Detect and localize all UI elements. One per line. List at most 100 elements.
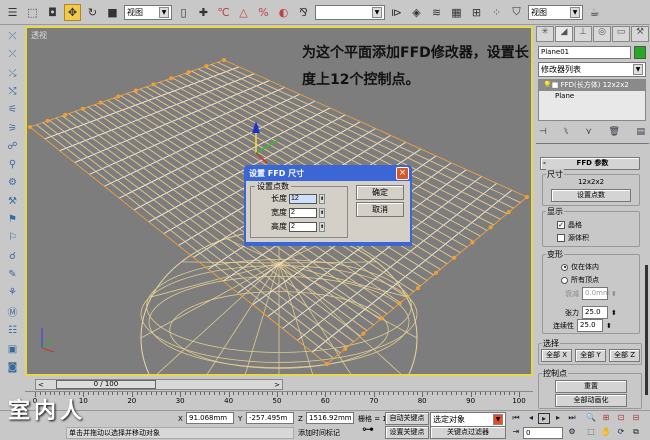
select-all-z-button[interactable]: 全部 Z [609, 349, 640, 362]
modify-tab-icon[interactable]: ◢ [555, 26, 573, 42]
set-points-button[interactable]: 设置点数 [551, 189, 631, 202]
all-vertices-radio[interactable]: 所有顶点 [561, 275, 599, 285]
select-all-y-button[interactable]: 全部 Y [575, 349, 606, 362]
source-volume-checkbox-row[interactable]: 源体积 [557, 233, 589, 243]
manipulate-icon[interactable]: ✚ [195, 4, 212, 21]
z-coord-input[interactable]: 1516.92mm [306, 412, 354, 424]
go-to-end-icon[interactable]: ⏭ [566, 413, 578, 424]
go-to-start-icon[interactable]: ⏮ [510, 413, 522, 424]
utilities-tab-icon[interactable]: ⚒ [631, 26, 649, 42]
named-selection-icon[interactable]: ⅋ [295, 4, 312, 21]
field-of-view-icon[interactable]: ⬚ [585, 427, 597, 438]
tool-icon[interactable]: ▣ [4, 342, 21, 357]
cancel-button[interactable]: 取消 [356, 202, 404, 217]
spinner-arrows-icon[interactable]: ⬍ [319, 207, 325, 218]
modifier-list-select[interactable]: 修改器列表 ▼ [538, 62, 646, 77]
display-tab-icon[interactable]: ▭ [612, 26, 630, 42]
spinner-arrows-icon[interactable]: ⬍ [611, 290, 617, 298]
zoom-extents-icon[interactable]: ⊡ [615, 413, 627, 424]
hierarchy-tab-icon[interactable]: ⊥ [574, 26, 592, 42]
x-coord-input[interactable]: 91.068mm [186, 412, 234, 424]
motion-tab-icon[interactable]: ◎ [593, 26, 611, 42]
zoom-all-icon[interactable]: ⊞ [600, 413, 612, 424]
tool-icon[interactable]: ✎ [4, 267, 21, 282]
height-input[interactable] [289, 221, 317, 232]
select-all-x-button[interactable]: 全部 X [541, 349, 572, 362]
time-config-icon[interactable]: ⚙ [566, 427, 578, 438]
pan-icon[interactable]: ✋ [600, 427, 612, 438]
tool-icon[interactable]: ⚞ [4, 120, 21, 135]
create-tab-icon[interactable]: ✳ [536, 26, 554, 42]
track-bar[interactable]: 0 10 20 30 40 50 60 70 80 90 100 [25, 391, 533, 409]
zoom-extents-all-icon[interactable]: ⊟ [630, 413, 642, 424]
length-input[interactable] [289, 193, 317, 204]
next-frame-icon[interactable]: > [272, 381, 282, 389]
key-icon[interactable]: ⊶ [362, 423, 374, 435]
percent-snap-icon[interactable]: % [255, 4, 272, 21]
panel-scrollbar[interactable] [645, 265, 648, 395]
previous-frame-icon[interactable]: ◂ [525, 413, 537, 424]
lattice-checkbox[interactable]: ✓ [557, 221, 565, 229]
continuity-input[interactable]: 25.0 [577, 319, 603, 332]
pivot-icon[interactable]: ▯ [175, 4, 192, 21]
tool-icon[interactable]: ⚐ [4, 230, 21, 245]
key-filter-select[interactable]: 选定对象 ▼ [430, 412, 506, 427]
tool-icon[interactable]: ⤯ [4, 66, 21, 81]
tool-icon[interactable]: ☌ [4, 248, 21, 263]
tool-icon[interactable]: ⚲ [4, 157, 21, 172]
rect-selection-icon[interactable]: ⬚ [24, 4, 41, 21]
reset-button[interactable]: 重置 [555, 380, 627, 393]
stack-item-plane[interactable]: Plane [539, 91, 645, 102]
tool-icon[interactable]: Ⓜ [4, 303, 21, 320]
tool-icon[interactable]: ⤬ [4, 47, 21, 62]
object-name-input[interactable]: Plane01 [538, 46, 631, 59]
layer-manager-icon[interactable]: ≋ [428, 4, 445, 21]
animate-all-button[interactable]: 全部动画化 [555, 394, 627, 407]
falloff-input[interactable]: 0.0mm [582, 287, 610, 300]
next-frame-icon[interactable]: ▸ [552, 413, 564, 424]
snap-3d-icon[interactable]: ℃ [215, 4, 232, 21]
render-type-select[interactable]: 视图 ▼ [528, 4, 583, 20]
perspective-viewport[interactable]: 透视 为这个平面添加FFD修改器，设置长度上12个控制点。 设置 FFD 尺寸 … [25, 26, 533, 376]
radio-off[interactable] [561, 276, 568, 284]
select-rotate-icon[interactable]: ↻ [84, 4, 101, 21]
play-icon[interactable]: ▸ [538, 413, 550, 424]
only-in-volume-radio[interactable]: 仅在体内 [561, 262, 599, 272]
curve-editor-icon[interactable]: ▦ [448, 4, 465, 21]
time-slider[interactable]: < 0 / 100 > [35, 379, 283, 390]
schematic-view-icon[interactable]: ⊞ [468, 4, 485, 21]
angle-snap-icon[interactable]: △ [235, 4, 252, 21]
source-volume-checkbox[interactable] [557, 234, 565, 242]
tool-icon[interactable]: ☷ [4, 323, 21, 338]
stack-item-ffd[interactable]: 💡■ FFD(长方体) 12x2x2 [539, 80, 645, 91]
prev-frame-icon[interactable]: < [36, 381, 46, 389]
add-time-tag[interactable]: 添加时间标记 [298, 427, 340, 439]
render-scene-icon[interactable]: ⛉ [508, 4, 525, 21]
tool-icon[interactable]: ⚟ [4, 102, 21, 117]
tool-icon[interactable]: ⚒ [4, 194, 21, 209]
remove-modifier-icon[interactable]: 🗑 [608, 127, 619, 137]
tension-input[interactable]: 25.0 [582, 306, 608, 319]
lattice-checkbox-row[interactable]: ✓ 晶格 [557, 220, 582, 230]
show-end-result-icon[interactable]: ⑊ [563, 127, 568, 137]
select-scale-icon[interactable]: ■ [104, 4, 121, 21]
material-editor-icon[interactable]: ⁘ [488, 4, 505, 21]
pin-stack-icon[interactable]: ⊣ [539, 127, 547, 137]
camera-icon[interactable]: ◙ [4, 360, 21, 375]
close-icon[interactable]: × [396, 167, 409, 180]
time-slider-thumb[interactable]: 0 / 100 [55, 380, 156, 389]
spinner-arrows-icon[interactable]: ⬍ [319, 193, 325, 204]
spinner-snap-icon[interactable]: ◐ [275, 4, 292, 21]
tool-icon[interactable]: ⚑ [4, 212, 21, 227]
auto-key-button[interactable]: 自动关键点 [385, 412, 429, 425]
spinner-arrows-icon[interactable]: ⬍ [611, 309, 617, 317]
current-frame-input[interactable]: 0 [523, 427, 563, 439]
y-coord-input[interactable]: -257.495m [246, 412, 294, 424]
key-filters-button[interactable]: 关键点过滤器 [430, 426, 506, 439]
make-unique-icon[interactable]: ⋎ [585, 127, 592, 137]
configure-modifier-sets-icon[interactable]: ▤ [636, 127, 645, 137]
key-mode-icon[interactable]: ⇥ [510, 427, 522, 438]
spinner-arrows-icon[interactable]: ⬍ [319, 221, 325, 232]
select-move-icon[interactable]: ✥ [64, 3, 81, 21]
align-icon[interactable]: ◈ [408, 4, 425, 21]
